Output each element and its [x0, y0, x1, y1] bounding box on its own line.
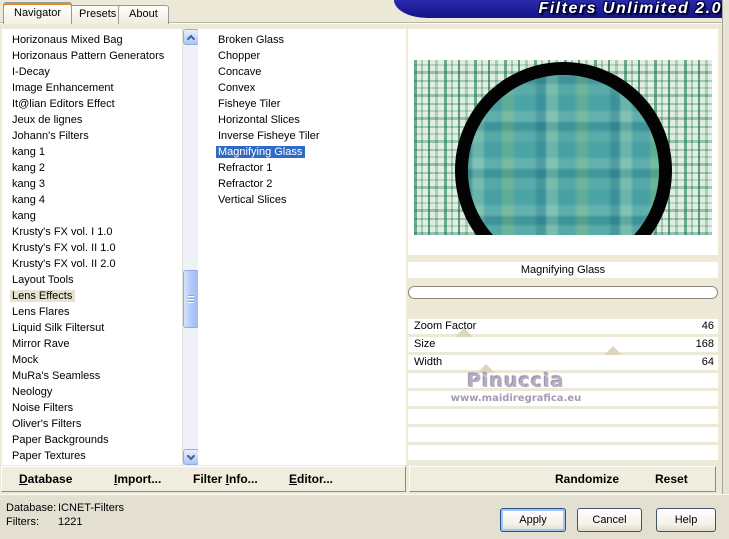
filter-caption: Magnifying Glass: [408, 262, 718, 278]
watermark: Pinuccia www.maidiregrafica.eu: [434, 370, 598, 404]
bottom-toolbar: Database Import... Filter Info... Editor…: [0, 466, 722, 493]
category-item[interactable]: Liquid Silk Filtersut: [2, 320, 198, 336]
category-item[interactable]: Lens Flares: [2, 304, 198, 320]
preview-image[interactable]: [414, 60, 712, 235]
tab-navigator[interactable]: Navigator: [3, 2, 73, 24]
filter-item[interactable]: Inverse Fisheye Tiler: [198, 128, 406, 144]
filter-list: Broken Glass Chopper Concave Convex Fisheye …: [198, 29, 406, 465]
preview-panel: Magnifying Glass Zoom Factor 46 Size 168 Wid…: [406, 29, 722, 465]
magnifying-lens: [455, 62, 672, 235]
category-item[interactable]: Paper Textures: [2, 448, 198, 464]
category-item[interactable]: Mirror Rave: [2, 336, 198, 352]
category-item[interactable]: Lens Effects: [2, 288, 198, 304]
param-value: 168: [695, 338, 714, 350]
category-list: Horizonaus Mixed Bag Horizonaus Pattern G…: [2, 29, 198, 465]
slider-thumb-triangle[interactable]: [603, 346, 622, 355]
filter-item[interactable]: Horizontal Slices: [198, 112, 406, 128]
filters-label: Filters:: [6, 516, 39, 528]
cancel-button[interactable]: Cancel: [577, 508, 642, 532]
scroll-down-button[interactable]: [183, 449, 198, 465]
category-item[interactable]: kang 2: [2, 160, 198, 176]
param-row[interactable]: Size 168: [408, 337, 718, 352]
scrollbar-thumb[interactable]: [183, 270, 198, 328]
category-item[interactable]: kang 1: [2, 144, 198, 160]
window-right-edge: [722, 0, 729, 494]
category-item[interactable]: Johann's Filters: [2, 128, 198, 144]
category-item[interactable]: Krusty's FX vol. I 1.0: [2, 224, 198, 240]
category-item[interactable]: kang 3: [2, 176, 198, 192]
filter-item[interactable]: Broken Glass: [198, 32, 406, 48]
category-item[interactable]: Horizonaus Mixed Bag: [2, 32, 198, 48]
slider-thumb-triangle[interactable]: [454, 328, 473, 337]
category-item[interactable]: MuRa's Seamless: [2, 368, 198, 384]
randomize-button[interactable]: Randomize: [555, 467, 619, 491]
param-name: Width: [414, 356, 443, 368]
chevron-up-icon: [186, 34, 196, 44]
filters-value: 1221: [58, 516, 83, 528]
category-scrollbar[interactable]: [182, 29, 198, 465]
category-item[interactable]: Jeux de lignes: [2, 112, 198, 128]
reset-button[interactable]: Reset: [655, 467, 688, 491]
filter-item[interactable]: Fisheye Tiler: [198, 96, 406, 112]
filter-item[interactable]: Refractor 2: [198, 176, 406, 192]
filter-item[interactable]: Concave: [198, 64, 406, 80]
category-item[interactable]: Layout Tools: [2, 272, 198, 288]
category-item[interactable]: Krusty's FX vol. II 1.0: [2, 240, 198, 256]
import-menu-button[interactable]: Import...: [114, 467, 161, 491]
category-item[interactable]: Oliver's Filters: [2, 416, 198, 432]
filter-info-menu-button[interactable]: Filter Info...: [193, 467, 258, 491]
watermark-name: Pinuccia: [467, 370, 565, 392]
app-title: Filters Unlimited 2.0: [538, 0, 722, 17]
category-item[interactable]: Image Enhancement: [2, 80, 198, 96]
status-bar: Database: ICNET-Filters Filters: 1221 Ap…: [0, 494, 729, 539]
tab-about[interactable]: About: [118, 5, 169, 24]
filter-item[interactable]: Chopper: [198, 48, 406, 64]
help-button[interactable]: Help: [656, 508, 716, 532]
preview-block: [408, 29, 718, 255]
category-item[interactable]: Noise Filters: [2, 400, 198, 416]
filter-item[interactable]: Vertical Slices: [198, 192, 406, 208]
chevron-down-icon: [186, 451, 196, 461]
param-name: Size: [414, 338, 436, 350]
filter-item[interactable]: Convex: [198, 80, 406, 96]
param-row[interactable]: Width 64: [408, 355, 718, 370]
preview-progress-bar: [408, 286, 718, 299]
magnified-pattern: [468, 75, 659, 235]
scroll-up-button[interactable]: [183, 29, 198, 45]
filter-item[interactable]: Refractor 1: [198, 160, 406, 176]
param-value: 46: [701, 320, 714, 332]
param-value: 64: [701, 356, 714, 368]
category-item[interactable]: I-Decay: [2, 64, 198, 80]
filter-item[interactable]: Magnifying Glass: [198, 144, 406, 160]
category-item[interactable]: kang 4: [2, 192, 198, 208]
database-value: ICNET-Filters: [58, 502, 124, 514]
filters-unlimited-dialog: Filters Unlimited 2.0 Navigator Presets …: [0, 0, 729, 539]
category-item[interactable]: Mock: [2, 352, 198, 368]
database-label: Database:: [6, 502, 57, 514]
category-item[interactable]: Horizonaus Pattern Generators: [2, 48, 198, 64]
category-item[interactable]: Krusty's FX vol. II 2.0: [2, 256, 198, 272]
filter-items: Broken Glass Chopper Concave Convex Fisheye …: [198, 32, 406, 208]
category-item[interactable]: Paper Backgrounds: [2, 432, 198, 448]
title-banner: Filters Unlimited 2.0: [394, 0, 729, 18]
param-row-empty: [408, 445, 718, 460]
apply-button[interactable]: Apply: [500, 508, 566, 532]
editor-menu-button[interactable]: Editor...: [289, 467, 333, 491]
param-row-empty: [408, 427, 718, 442]
database-menu-button[interactable]: Database: [19, 467, 72, 491]
category-item[interactable]: kang: [2, 208, 198, 224]
category-item[interactable]: It@lian Editors Effect: [2, 96, 198, 112]
watermark-url: www.maidiregrafica.eu: [450, 393, 582, 404]
category-items: Horizonaus Mixed Bag Horizonaus Pattern G…: [2, 32, 198, 464]
toolbar-left-section: Database Import... Filter Info... Editor…: [1, 466, 406, 492]
category-item[interactable]: Neology: [2, 384, 198, 400]
toolbar-right-section: Randomize Reset: [409, 466, 716, 492]
param-row-empty: [408, 409, 718, 424]
